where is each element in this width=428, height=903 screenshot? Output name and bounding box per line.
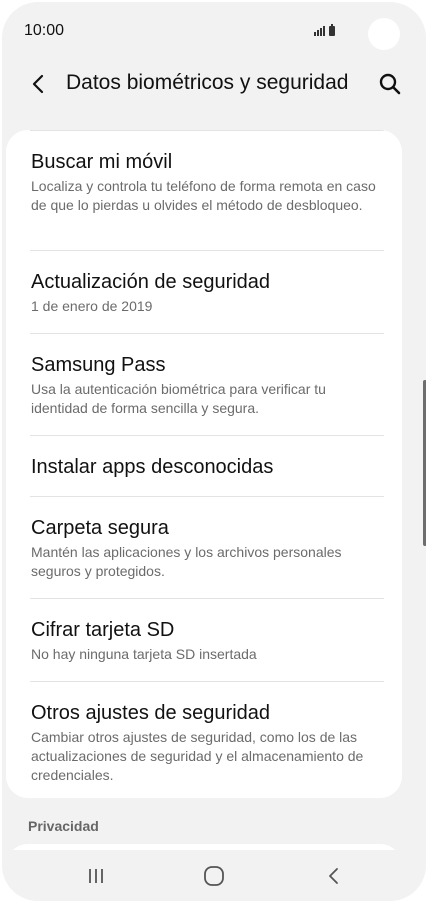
item-title: Cifrar tarjeta SD <box>31 619 175 641</box>
camera-cutout <box>368 18 400 50</box>
item-title: Instalar apps desconocidas <box>31 456 274 478</box>
recents-button[interactable] <box>76 862 116 890</box>
home-button[interactable] <box>194 862 234 890</box>
list-item-find-my-mobile[interactable]: Buscar mi móvil Localiza y controla tu t… <box>31 150 386 215</box>
home-icon <box>204 866 224 886</box>
item-title: Otros ajustes de seguridad <box>31 702 271 724</box>
item-title: Actualización de seguridad <box>31 271 271 293</box>
item-title: Carpeta segura <box>31 517 169 539</box>
section-header-privacy: Privacidad <box>28 818 99 834</box>
back-button[interactable] <box>24 70 52 98</box>
divider <box>30 250 384 251</box>
recents-icon <box>89 869 103 883</box>
list-item-security-update[interactable]: Actualización de seguridad 1 de enero de… <box>31 270 386 316</box>
list-item-secure-folder[interactable]: Carpeta segura Mantén las aplicaciones y… <box>31 516 386 581</box>
settings-card: Buscar mi móvil Localiza y controla tu t… <box>6 130 402 798</box>
divider <box>30 681 384 682</box>
list-item-other-security-settings[interactable]: Otros ajustes de seguridad Cambiar otros… <box>31 701 386 785</box>
status-time: 10:00 <box>24 22 65 39</box>
divider <box>30 496 384 497</box>
app-header: Datos biométricos y seguridad <box>2 64 426 104</box>
search-button[interactable] <box>376 70 404 98</box>
back-icon <box>329 868 338 884</box>
item-description: 1 de enero de 2019 <box>31 298 153 314</box>
list-item-install-unknown-apps[interactable]: Instalar apps desconocidas <box>31 455 386 479</box>
item-title: Buscar mi móvil <box>31 151 173 173</box>
divider <box>30 598 384 599</box>
phone-screen: 10:00 Datos biométricos y seguridad Busc… <box>2 2 426 901</box>
search-icon <box>379 73 401 95</box>
nav-back-button[interactable] <box>314 862 354 890</box>
divider <box>30 333 384 334</box>
battery-icon <box>329 24 335 36</box>
signal-icon <box>314 26 325 36</box>
navigation-bar <box>2 850 426 901</box>
list-item-samsung-pass[interactable]: Samsung Pass Usa la autenticación biomét… <box>31 353 386 418</box>
page-title: Datos biométricos y seguridad <box>66 71 349 94</box>
chevron-left-icon <box>32 74 44 94</box>
item-description: Usa la autenticación biométrica para ver… <box>31 381 326 416</box>
divider <box>30 130 384 131</box>
divider <box>30 435 384 436</box>
item-description: Cambiar otros ajustes de seguridad, como… <box>31 729 364 783</box>
item-title: Samsung Pass <box>31 354 166 376</box>
item-description: Localiza y controla tu teléfono de forma… <box>31 178 376 213</box>
list-item-encrypt-sd-card[interactable]: Cifrar tarjeta SD No hay ninguna tarjeta… <box>31 618 386 664</box>
item-description: No hay ninguna tarjeta SD insertada <box>31 646 257 662</box>
item-description: Mantén las aplicaciones y los archivos p… <box>31 544 342 579</box>
status-icons <box>314 20 335 36</box>
status-bar: 10:00 <box>2 2 426 54</box>
scrollbar[interactable] <box>423 380 426 546</box>
